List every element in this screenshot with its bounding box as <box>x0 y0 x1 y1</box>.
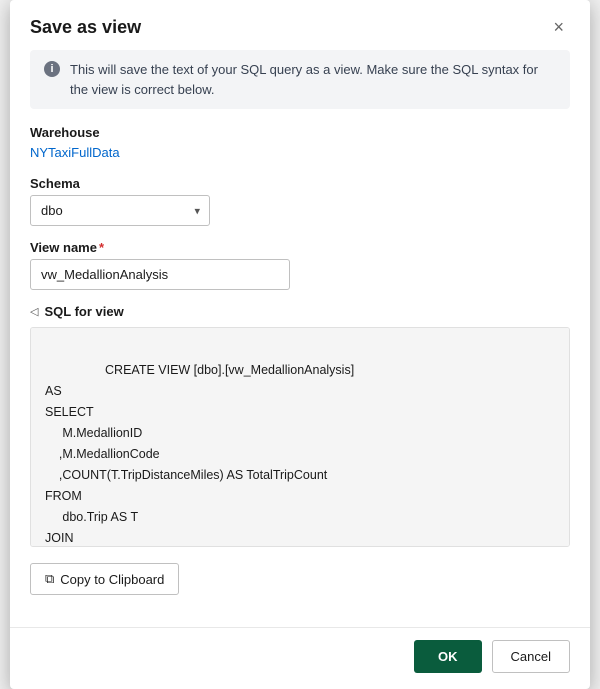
cancel-button[interactable]: Cancel <box>492 640 570 673</box>
warehouse-section: Warehouse NYTaxiFullData <box>30 125 570 162</box>
sql-code-text: CREATE VIEW [dbo].[vw_MedallionAnalysis]… <box>45 363 354 547</box>
sql-code-block: CREATE VIEW [dbo].[vw_MedallionAnalysis]… <box>30 327 570 547</box>
dialog-footer: OK Cancel <box>10 627 590 689</box>
save-as-view-dialog: Save as view × i This will save the text… <box>10 0 590 689</box>
dialog-header: Save as view × <box>10 0 590 50</box>
dialog-body: i This will save the text of your SQL qu… <box>10 50 590 627</box>
close-button[interactable]: × <box>547 16 570 38</box>
view-name-input[interactable] <box>30 259 290 290</box>
required-marker: * <box>99 240 104 255</box>
info-text: This will save the text of your SQL quer… <box>70 60 556 99</box>
sql-header[interactable]: ◁ SQL for view <box>30 304 570 319</box>
copy-to-clipboard-button[interactable]: ⧉ Copy to Clipboard <box>30 563 179 595</box>
schema-section: Schema dbo public staging ▾ <box>30 176 570 226</box>
warehouse-label: Warehouse <box>30 125 570 140</box>
clipboard-icon: ⧉ <box>45 571 54 587</box>
warehouse-link[interactable]: NYTaxiFullData <box>30 145 120 160</box>
info-icon: i <box>44 61 60 77</box>
sql-section-label: SQL for view <box>44 304 123 319</box>
sql-expand-icon: ◁ <box>30 305 38 318</box>
dialog-title: Save as view <box>30 17 141 38</box>
view-name-section: View name* <box>30 240 570 290</box>
info-banner: i This will save the text of your SQL qu… <box>30 50 570 109</box>
ok-button[interactable]: OK <box>414 640 482 673</box>
sql-section: ◁ SQL for view CREATE VIEW [dbo].[vw_Med… <box>30 304 570 547</box>
schema-select[interactable]: dbo public staging <box>30 195 210 226</box>
view-name-label: View name* <box>30 240 570 255</box>
schema-label: Schema <box>30 176 570 191</box>
copy-section: ⧉ Copy to Clipboard <box>30 559 570 595</box>
copy-button-label: Copy to Clipboard <box>60 572 164 587</box>
schema-select-wrapper: dbo public staging ▾ <box>30 195 210 226</box>
